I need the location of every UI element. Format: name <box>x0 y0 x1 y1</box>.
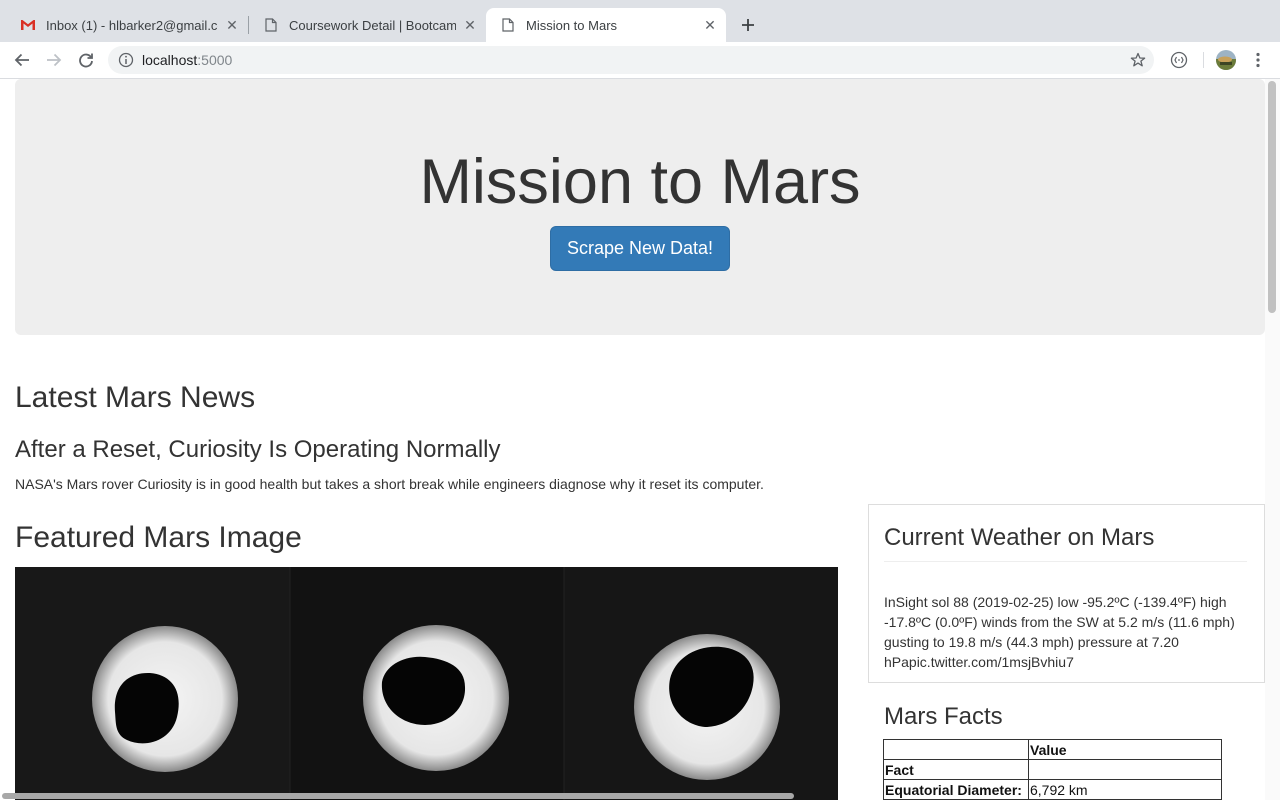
jumbotron: Mission to Mars Scrape New Data! <box>15 79 1265 335</box>
plus-icon <box>742 19 754 31</box>
tab-mission-to-mars[interactable]: Mission to Mars ✕ <box>486 8 726 42</box>
table-cell <box>1028 759 1222 780</box>
arrow-right-icon <box>47 53 62 67</box>
featured-image-heading: Featured Mars Image <box>15 521 302 554</box>
tab-title: Coursework Detail | Bootcamp <box>289 17 456 33</box>
weather-panel: Current Weather on Mars InSight sol 88 (… <box>868 504 1265 683</box>
featured-mars-image <box>15 567 838 800</box>
more-vertical-icon <box>1256 52 1260 68</box>
url-port: :5000 <box>197 52 233 68</box>
table-header-row: Value <box>883 739 1222 760</box>
tab-inbox[interactable]: Inbox (1) - hlbarker2@gmail.com ✕ <box>6 8 248 42</box>
tab-title: Mission to Mars <box>526 17 618 33</box>
divider <box>884 561 1247 562</box>
avatar-icon <box>1216 50 1236 70</box>
page-icon <box>500 17 516 33</box>
info-icon[interactable] <box>118 52 134 68</box>
reload-icon <box>79 53 93 68</box>
vertical-scrollbar[interactable] <box>1265 79 1280 800</box>
table-header-cell: Value <box>1028 739 1222 760</box>
table-header-cell <box>883 739 1029 760</box>
scrape-new-data-button[interactable]: Scrape New Data! <box>550 226 730 271</box>
arrow-left-icon <box>14 53 29 67</box>
browser-menu-button[interactable] <box>1246 48 1270 72</box>
mars-facts-heading: Mars Facts <box>884 703 1003 730</box>
scrollbar-thumb[interactable] <box>1268 81 1276 313</box>
tab-title: Inbox (1) - hlbarker2@gmail.com <box>46 17 218 33</box>
mars-facts-table: Value Fact Equatorial Diameter: 6,792 km <box>883 739 1222 800</box>
close-tab-icon[interactable]: ✕ <box>462 17 478 33</box>
table-row-header: Fact <box>883 759 1029 780</box>
close-tab-icon[interactable]: ✕ <box>702 17 718 33</box>
toolbar-divider <box>1203 52 1204 68</box>
address-bar[interactable]: localhost:5000 <box>108 46 1154 74</box>
page-viewport: Mission to Mars Scrape New Data! Latest … <box>0 79 1280 800</box>
page-title: Mission to Mars <box>419 147 861 217</box>
tab-strip: Inbox (1) - hlbarker2@gmail.com ✕ Course… <box>0 0 1280 42</box>
news-paragraph: NASA's Mars rover Curiosity is in good h… <box>15 476 764 492</box>
gmail-icon <box>20 17 36 33</box>
new-tab-button[interactable] <box>736 13 760 37</box>
bookmark-star-icon[interactable] <box>1130 52 1146 68</box>
close-tab-icon[interactable]: ✕ <box>224 17 240 33</box>
browser-toolbar: localhost:5000 <box>0 42 1280 79</box>
news-section-heading: Latest Mars News <box>15 381 256 414</box>
url-text: localhost:5000 <box>142 52 232 68</box>
table-row: Fact <box>883 759 1222 780</box>
horizontal-scrollbar[interactable] <box>0 792 1265 800</box>
url-host: localhost <box>142 52 198 68</box>
extension-icon <box>1170 51 1188 69</box>
extension-button[interactable] <box>1167 48 1191 72</box>
tab-coursework[interactable]: Coursework Detail | Bootcamp ✕ <box>249 8 486 42</box>
profile-avatar-button[interactable] <box>1214 48 1238 72</box>
scrollbar-thumb[interactable] <box>2 793 794 799</box>
weather-heading: Current Weather on Mars <box>884 524 1155 551</box>
back-button[interactable] <box>10 48 34 72</box>
forward-button[interactable] <box>42 48 66 72</box>
page-icon <box>263 17 279 33</box>
news-title: After a Reset, Curiosity Is Operating No… <box>15 436 501 463</box>
reload-button[interactable] <box>74 48 98 72</box>
weather-text: InSight sol 88 (2019-02-25) low -95.2ºC … <box>884 594 1235 670</box>
